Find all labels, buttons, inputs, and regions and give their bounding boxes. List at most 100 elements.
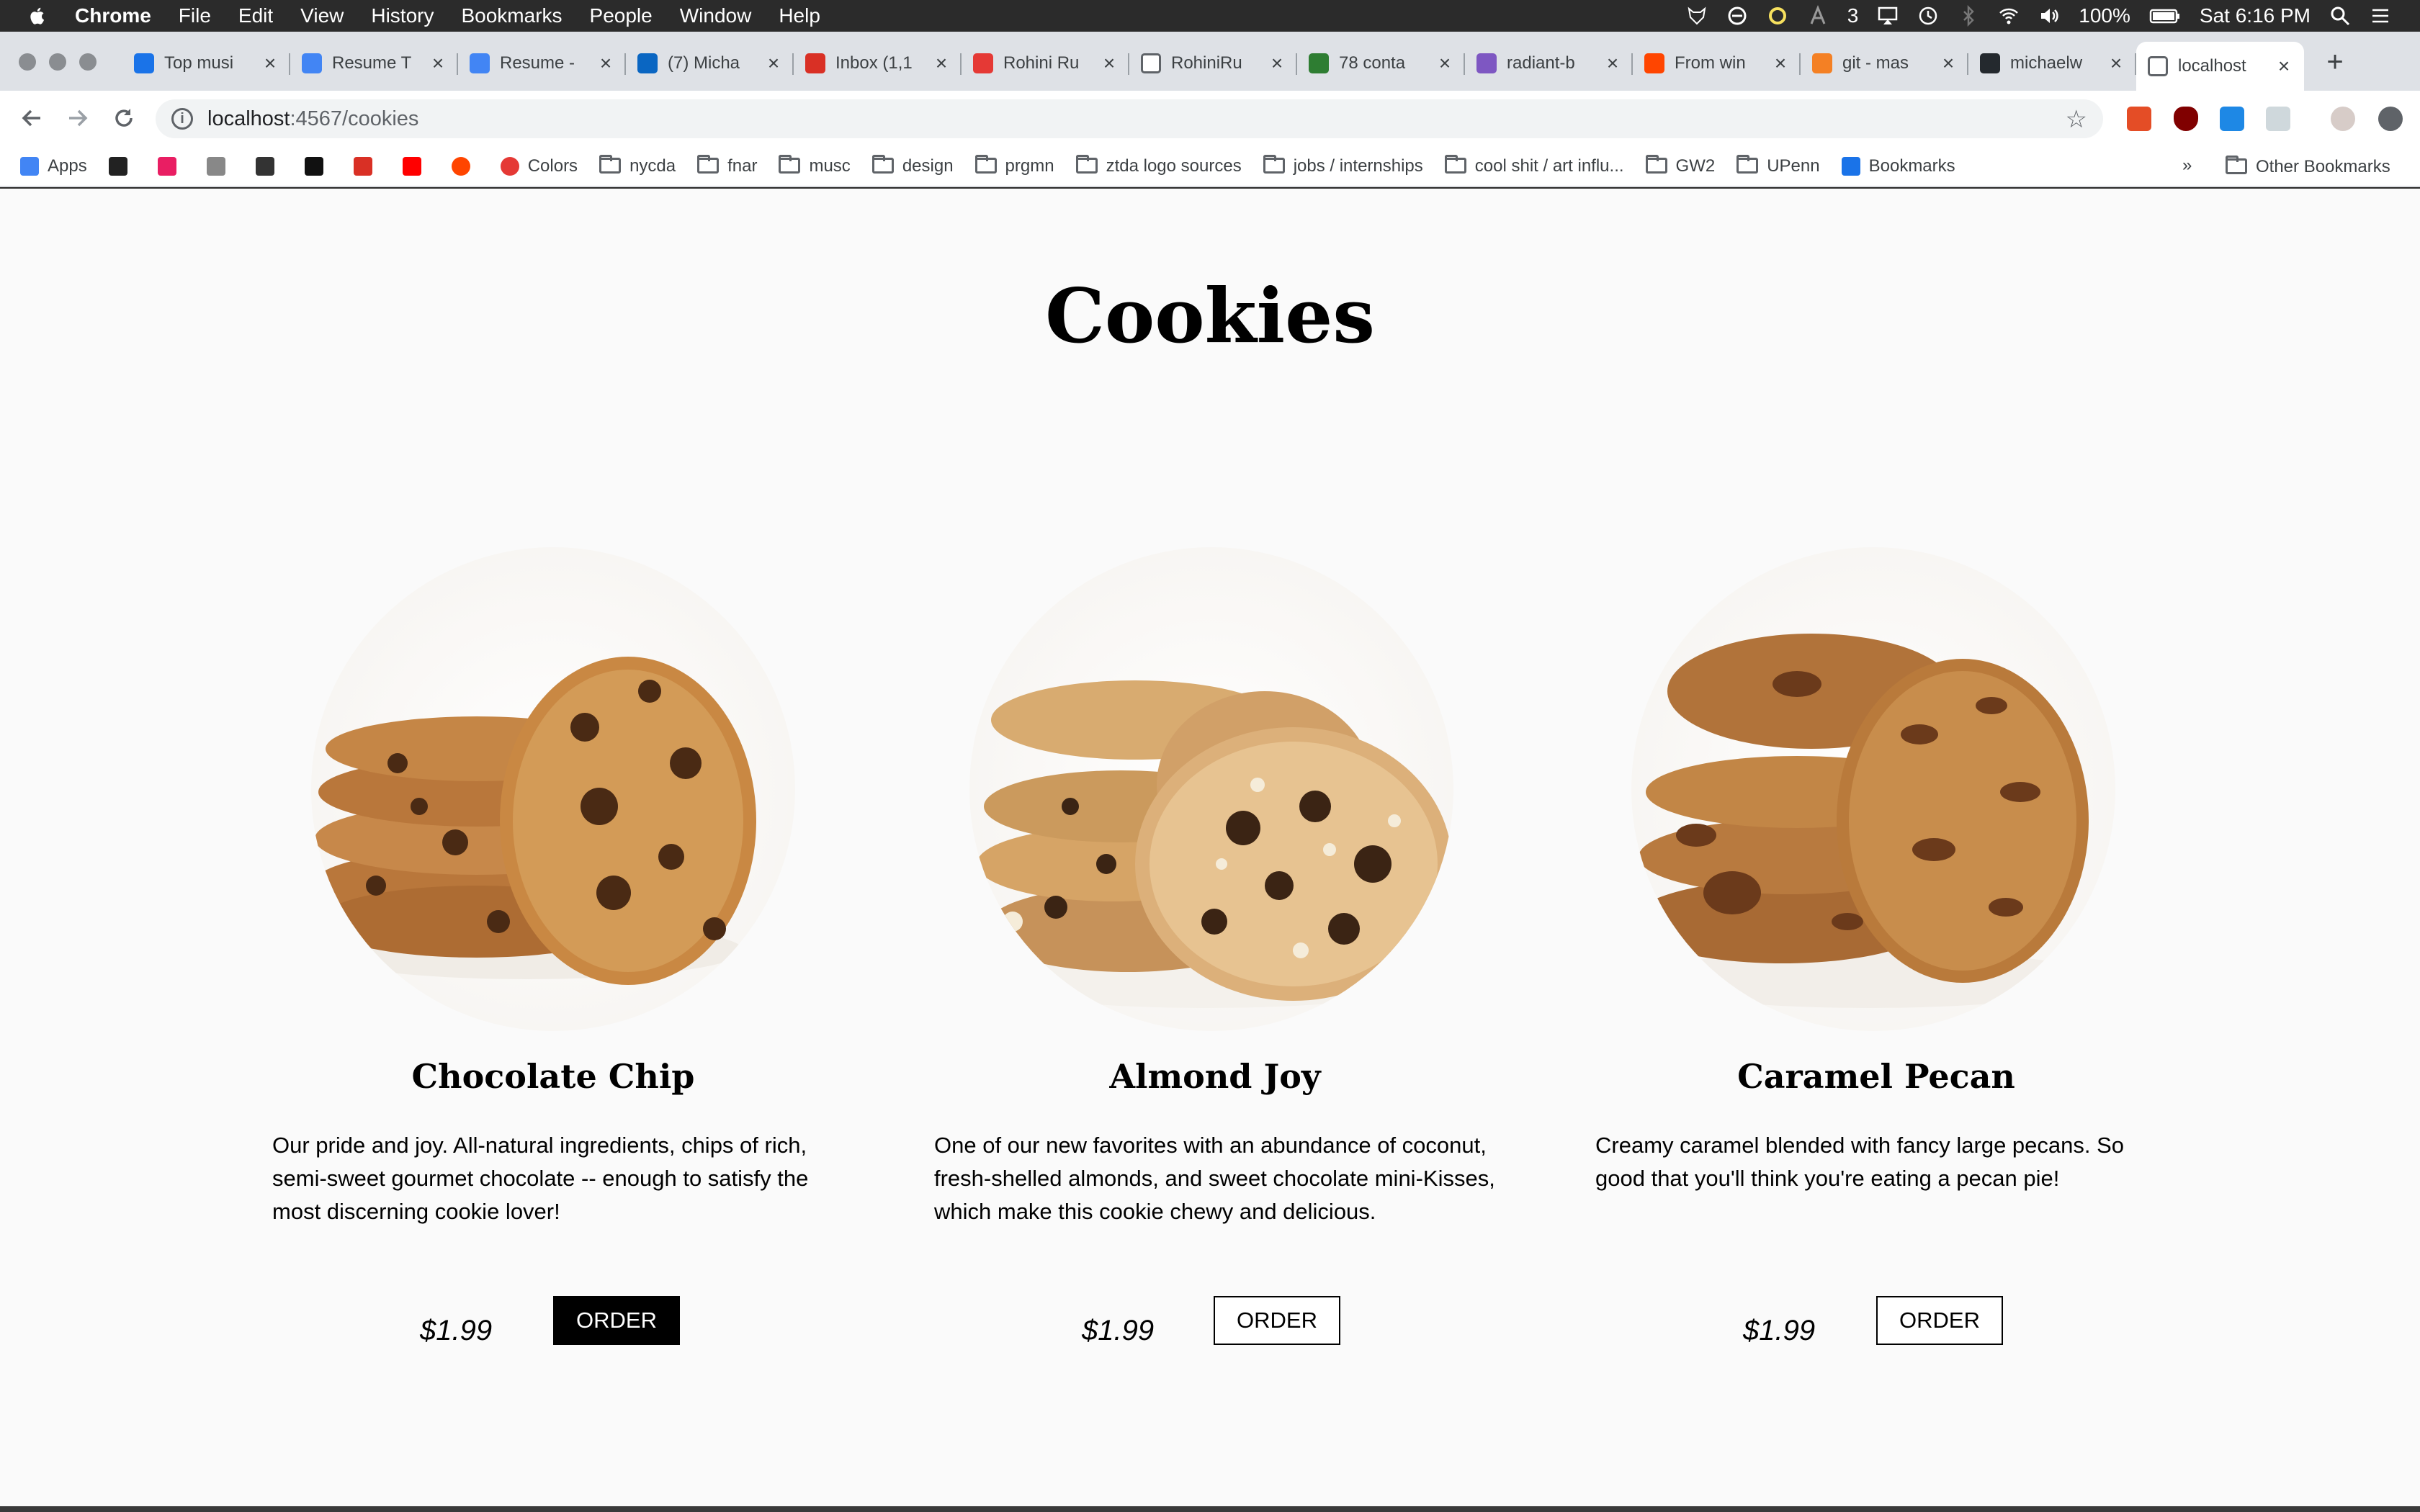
bookmark-item[interactable] [451, 157, 479, 176]
s-extension-icon[interactable] [2220, 107, 2244, 131]
close-tab-icon[interactable]: × [1772, 52, 1789, 75]
font-a-icon[interactable] [1807, 5, 1829, 27]
browser-tab[interactable]: radiant-b × [1465, 42, 1633, 85]
close-tab-icon[interactable]: × [1268, 52, 1286, 75]
reload-button[interactable] [109, 105, 138, 134]
bookmark-item[interactable] [304, 157, 332, 176]
volume-icon[interactable] [2038, 5, 2060, 27]
zoom-window-button[interactable] [79, 53, 97, 71]
tab-title: Rohini Ru [1003, 53, 1080, 73]
url-text[interactable]: localhost:4567/cookies [207, 107, 418, 131]
browser-tab[interactable]: localhost × [2136, 42, 2304, 91]
back-button[interactable] [17, 105, 46, 134]
browser-tab[interactable]: 78 conta × [1297, 42, 1465, 85]
bookmark-item[interactable]: Colors [500, 156, 578, 176]
bookmark-item[interactable] [157, 157, 185, 176]
close-tab-icon[interactable]: × [1604, 52, 1621, 75]
p-icon [134, 53, 154, 73]
bookmark-item[interactable]: musc [779, 155, 851, 176]
menu-file[interactable]: File [179, 4, 211, 27]
fox-icon[interactable] [1686, 5, 1708, 27]
browser-tab[interactable]: Rohini Ru × [962, 42, 1129, 85]
tab-title: RohiniRu [1171, 53, 1242, 73]
menu-people[interactable]: People [590, 4, 653, 27]
menu-help[interactable]: Help [779, 4, 820, 27]
menu-app-name[interactable]: Chrome [75, 4, 151, 27]
bookmark-item[interactable]: cool shit / art influ... [1444, 155, 1624, 176]
bluetooth-icon[interactable] [1958, 5, 1979, 27]
minimize-window-button[interactable] [49, 53, 66, 71]
bookmark-item[interactable]: UPenn [1736, 155, 1820, 176]
close-tab-icon[interactable]: × [2275, 55, 2293, 78]
bookmark-label: Bookmarks [1868, 156, 1955, 176]
bookmark-item[interactable]: nycda [599, 155, 676, 176]
close-tab-icon[interactable]: × [1436, 52, 1453, 75]
update-icon[interactable] [2378, 107, 2403, 131]
ring-icon[interactable] [1767, 5, 1788, 27]
browser-tab[interactable]: Inbox (1,1 × [794, 42, 962, 85]
site-info-icon[interactable]: i [171, 108, 193, 130]
bookmark-item[interactable] [402, 157, 430, 176]
browser-tab[interactable]: git - mas × [1801, 42, 1968, 85]
order-button-caramel-pecan[interactable]: ORDER [1876, 1296, 2003, 1345]
html5-extension-icon[interactable] [2127, 107, 2151, 131]
bookmark-item[interactable]: ztda logo sources [1075, 155, 1242, 176]
browser-tab[interactable]: Resume - × [458, 42, 626, 85]
bookmark-item[interactable]: design [871, 155, 954, 176]
browser-tab[interactable]: RohiniRu × [1129, 42, 1297, 85]
bookmark-item[interactable] [206, 157, 234, 176]
airplay-icon[interactable] [1877, 5, 1899, 27]
time-machine-icon[interactable] [1917, 5, 1939, 27]
browser-tab[interactable]: (7) Micha × [626, 42, 794, 85]
close-tab-icon[interactable]: × [1101, 52, 1118, 75]
menubar-clock[interactable]: Sat 6:16 PM [2200, 4, 2311, 27]
browser-tab[interactable]: From win × [1633, 42, 1801, 85]
bookmark-item[interactable]: GW2 [1645, 155, 1715, 176]
close-window-button[interactable] [19, 53, 36, 71]
menu-view[interactable]: View [300, 4, 344, 27]
spotlight-search-icon[interactable] [2329, 5, 2351, 27]
bookmarks-overflow-button[interactable]: » [2182, 156, 2192, 176]
browser-tab[interactable]: michaelw × [1968, 42, 2136, 85]
bookmark-item[interactable] [353, 157, 381, 176]
browser-tab[interactable]: Top musi × [122, 42, 290, 85]
bookmark-star-icon[interactable]: ☆ [2066, 105, 2087, 134]
close-tab-icon[interactable]: × [261, 52, 279, 75]
close-tab-icon[interactable]: × [1940, 52, 1957, 75]
order-button-almond-joy[interactable]: ORDER [1214, 1296, 1340, 1345]
close-tab-icon[interactable]: × [597, 52, 614, 75]
github-icon [1980, 53, 2000, 73]
bookmarks-bar: Apps Colors nycda fnar musc design prgmn ztda l… [0, 147, 2420, 187]
bookmark-item[interactable]: Bookmarks [1841, 156, 1955, 176]
strawberry-icon [973, 53, 993, 73]
profile-avatar[interactable] [2331, 107, 2355, 131]
address-bar[interactable]: i localhost:4567/cookies ☆ [156, 99, 2103, 138]
menu-window[interactable]: Window [680, 4, 752, 27]
close-tab-icon[interactable]: × [2107, 52, 2125, 75]
chat-extension-icon[interactable] [2266, 107, 2290, 131]
bookmark-item[interactable] [255, 157, 283, 176]
forward-button[interactable] [63, 105, 92, 134]
battery-icon[interactable] [2149, 5, 2181, 27]
menu-history[interactable]: History [371, 4, 434, 27]
bookmark-label: Colors [527, 156, 578, 176]
ublock-extension-icon[interactable] [2174, 107, 2198, 131]
close-tab-icon[interactable]: × [765, 52, 782, 75]
browser-tab[interactable]: Resume T × [290, 42, 458, 85]
close-tab-icon[interactable]: × [933, 52, 950, 75]
menu-edit[interactable]: Edit [238, 4, 273, 27]
bookmark-item[interactable]: fnar [697, 155, 757, 176]
bookmark-item[interactable]: prgmn [974, 155, 1054, 176]
sync-circle-icon[interactable] [1726, 5, 1748, 27]
close-tab-icon[interactable]: × [429, 52, 447, 75]
bookmark-item[interactable] [108, 157, 136, 176]
bookmark-item[interactable]: Apps [20, 156, 87, 176]
bookmark-item[interactable]: jobs / internships [1263, 155, 1423, 176]
wifi-icon[interactable] [1998, 5, 2020, 27]
apple-menu-icon[interactable] [27, 5, 49, 27]
other-bookmarks-folder[interactable]: Other Bookmarks [2226, 156, 2390, 177]
notification-center-icon[interactable] [2370, 5, 2391, 27]
menu-bookmarks[interactable]: Bookmarks [461, 4, 562, 27]
new-tab-button[interactable]: + [2321, 48, 2349, 76]
order-button-chocolate-chip[interactable]: ORDER [553, 1296, 680, 1345]
